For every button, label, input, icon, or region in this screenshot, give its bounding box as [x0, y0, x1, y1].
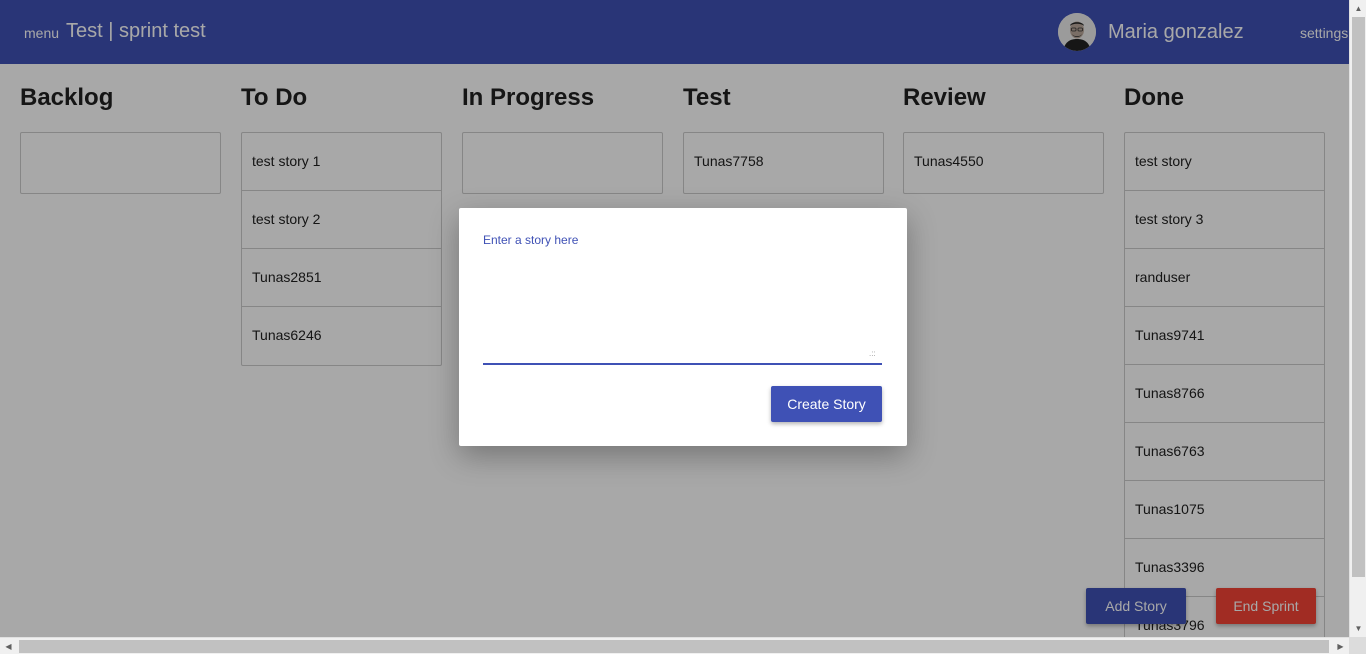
- scroll-down-icon[interactable]: ▼: [1350, 620, 1366, 637]
- scrollbar-thumb[interactable]: [19, 640, 1329, 653]
- create-story-button[interactable]: Create Story: [771, 386, 882, 422]
- story-field-label: Enter a story here: [483, 233, 579, 247]
- resize-grip-icon[interactable]: .::: [869, 349, 876, 358]
- create-story-dialog: Enter a story here Create Story: [459, 208, 907, 446]
- story-textarea[interactable]: [483, 253, 882, 365]
- horizontal-scrollbar[interactable]: ◀ ▶: [0, 637, 1349, 654]
- scrollbar-corner: [1349, 637, 1366, 654]
- scrollbar-thumb[interactable]: [1352, 17, 1365, 577]
- scroll-left-icon[interactable]: ◀: [0, 638, 17, 654]
- scroll-right-icon[interactable]: ▶: [1332, 638, 1349, 654]
- vertical-scrollbar[interactable]: ▲ ▼: [1349, 0, 1366, 637]
- app-viewport: menu Test | sprint test Maria gonzalez s…: [0, 0, 1349, 637]
- scroll-up-icon[interactable]: ▲: [1350, 0, 1366, 17]
